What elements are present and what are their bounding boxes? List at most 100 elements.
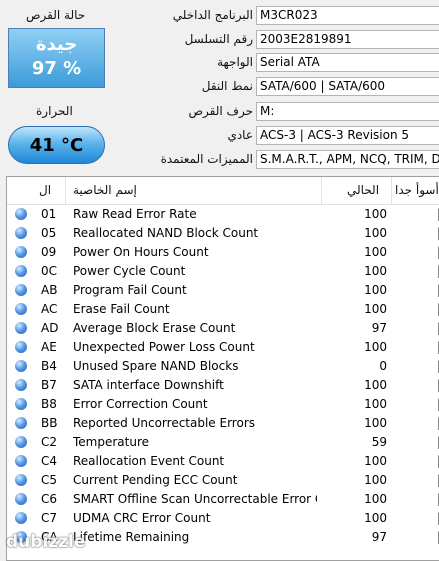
column-header-worst[interactable]: أسوأ جدا bbox=[395, 183, 439, 197]
attribute-name: UDMA CRC Error Count bbox=[73, 511, 211, 525]
table-row[interactable]: ADAverage Block Erase Count97| bbox=[7, 319, 439, 338]
table-row[interactable]: B8Error Correction Count100| bbox=[7, 395, 439, 414]
status-dot-icon bbox=[15, 303, 27, 315]
table-row[interactable]: C5Current Pending ECC Count100| bbox=[7, 471, 439, 490]
table-row[interactable]: 05Reallocated NAND Block Count100| bbox=[7, 224, 439, 243]
status-dot-icon bbox=[15, 474, 27, 486]
status-dot-icon bbox=[15, 284, 27, 296]
attribute-current: 59 bbox=[371, 435, 387, 449]
attribute-name: Reported Uncorrectable Errors bbox=[73, 416, 256, 430]
table-row[interactable]: BBReported Uncorrectable Errors100| bbox=[7, 414, 439, 433]
info-label: عادي bbox=[227, 128, 253, 142]
table-row[interactable]: C7UDMA CRC Error Count100| bbox=[7, 509, 439, 528]
attribute-id: C5 bbox=[41, 473, 58, 487]
table-row[interactable]: B7SATA interface Downshift100| bbox=[7, 376, 439, 395]
attribute-name: Unexpected Power Loss Count bbox=[73, 340, 255, 354]
table-row[interactable]: AEUnexpected Power Loss Count100| bbox=[7, 338, 439, 357]
attribute-id: C4 bbox=[41, 454, 58, 468]
temperature-label: الحرارة bbox=[36, 104, 73, 118]
table-row[interactable]: 01Raw Read Error Rate100| bbox=[7, 205, 439, 224]
attribute-id: 0C bbox=[41, 264, 58, 278]
attribute-name: SMART Offline Scan Uncorrectable Error C… bbox=[73, 492, 317, 506]
status-dot-icon bbox=[15, 398, 27, 410]
temperature-indicator[interactable]: 41 °C bbox=[8, 126, 105, 164]
attribute-current: 100 bbox=[364, 378, 387, 392]
attribute-current: 0 bbox=[379, 359, 387, 373]
table-row[interactable]: 0CPower Cycle Count100| bbox=[7, 262, 439, 281]
serial-number-field[interactable]: 2003E2819891 bbox=[256, 30, 439, 49]
status-dot-icon bbox=[15, 360, 27, 372]
info-label: رقم التسلسل bbox=[184, 32, 253, 46]
attribute-id: 01 bbox=[41, 207, 57, 221]
attribute-id: 09 bbox=[41, 245, 57, 259]
table-row[interactable]: B4Unused Spare NAND Blocks0| bbox=[7, 357, 439, 376]
status-dot-icon bbox=[15, 379, 27, 391]
attribute-current: 100 bbox=[364, 492, 387, 506]
table-row[interactable]: C6 SMART Offline Scan Uncorrectable Error… bbox=[7, 490, 439, 509]
standard-field[interactable]: ACS-3 | ACS-3 Revision 5 bbox=[256, 126, 439, 145]
attribute-current: 100 bbox=[364, 454, 387, 468]
column-header-id[interactable]: ال bbox=[39, 183, 51, 197]
table-header: ال إسم الخاصية الحالي أسوأ جدا bbox=[7, 177, 439, 205]
drive-letter-field[interactable]: M: bbox=[256, 102, 439, 121]
column-header-name[interactable]: إسم الخاصية bbox=[73, 183, 137, 197]
attribute-current: 100 bbox=[364, 302, 387, 316]
info-label: الواجهة bbox=[217, 55, 253, 69]
status-dot-icon bbox=[15, 455, 27, 467]
health-status-label: حالة القرص bbox=[26, 8, 86, 22]
table-row[interactable]: C4Reallocation Event Count100| bbox=[7, 452, 439, 471]
table-row[interactable]: ACErase Fail Count100| bbox=[7, 300, 439, 319]
attribute-name: Power On Hours Count bbox=[73, 245, 209, 259]
info-label: البرنامج الداخلي bbox=[172, 8, 253, 22]
attribute-current: 100 bbox=[364, 340, 387, 354]
column-header-current[interactable]: الحالي bbox=[347, 183, 379, 197]
attribute-name: Erase Fail Count bbox=[73, 302, 170, 316]
table-row[interactable]: 09Power On Hours Count100| bbox=[7, 243, 439, 262]
attribute-current: 100 bbox=[364, 264, 387, 278]
watermark-logo: dubizzle bbox=[6, 532, 86, 552]
interface-field[interactable]: Serial ATA bbox=[256, 53, 439, 72]
attribute-id: AB bbox=[41, 283, 58, 297]
attribute-current: 100 bbox=[364, 207, 387, 221]
table-row[interactable]: ABProgram Fail Count100| bbox=[7, 281, 439, 300]
status-dot-icon bbox=[15, 322, 27, 334]
smart-attributes-table[interactable]: ال إسم الخاصية الحالي أسوأ جدا 01 Raw Rea… bbox=[6, 176, 439, 561]
attribute-name: Reallocation Event Count bbox=[73, 454, 225, 468]
health-percent: 97 % bbox=[31, 58, 82, 79]
info-label: المميزات المعتمدة bbox=[160, 152, 253, 166]
status-dot-icon bbox=[15, 341, 27, 353]
status-dot-icon bbox=[15, 417, 27, 429]
attribute-id: 05 bbox=[41, 226, 57, 240]
status-dot-icon bbox=[15, 246, 27, 258]
transfer-mode-field[interactable]: SATA/600 | SATA/600 bbox=[256, 77, 439, 96]
attribute-current: 100 bbox=[364, 226, 387, 240]
firmware-field[interactable]: M3CR023 bbox=[256, 6, 439, 25]
status-dot-icon bbox=[15, 436, 27, 448]
table-body: 01Raw Read Error Rate100|05Reallocated N… bbox=[7, 205, 439, 547]
attribute-name: Raw Read Error Rate bbox=[73, 207, 197, 221]
status-dot-icon bbox=[15, 227, 27, 239]
attribute-id: C6 bbox=[41, 492, 58, 506]
attribute-id: B4 bbox=[41, 359, 57, 373]
features-field[interactable]: S.M.A.R.T., APM, NCQ, TRIM, DevS bbox=[256, 150, 439, 169]
attribute-id: AC bbox=[41, 302, 58, 316]
health-status-box[interactable]: جيدة 97 % bbox=[8, 28, 105, 88]
attribute-name: Average Block Erase Count bbox=[73, 321, 236, 335]
attribute-current: 100 bbox=[364, 473, 387, 487]
attribute-name: Program Fail Count bbox=[73, 283, 187, 297]
attribute-current: 100 bbox=[364, 397, 387, 411]
attribute-id: AE bbox=[41, 340, 57, 354]
attribute-current: 100 bbox=[364, 416, 387, 430]
attribute-current: 100 bbox=[364, 511, 387, 525]
attribute-current: 100 bbox=[364, 283, 387, 297]
attribute-id: BB bbox=[41, 416, 58, 430]
attribute-id: C2 bbox=[41, 435, 58, 449]
status-dot-icon bbox=[15, 265, 27, 277]
attribute-name: Error Correction Count bbox=[73, 397, 208, 411]
health-status-text: جيدة bbox=[35, 34, 78, 55]
attribute-name: Current Pending ECC Count bbox=[73, 473, 238, 487]
info-label: حرف القرص bbox=[188, 104, 253, 118]
attribute-id: B8 bbox=[41, 397, 57, 411]
table-row[interactable]: C2Temperature59| bbox=[7, 433, 439, 452]
attribute-name: Lifetime Remaining bbox=[73, 530, 190, 544]
